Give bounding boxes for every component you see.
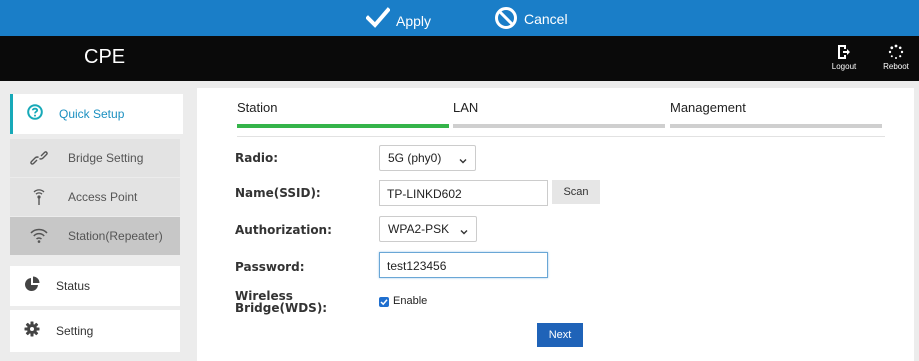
- authorization-select[interactable]: WPA2-PSK: [379, 216, 477, 242]
- tab-underline: [670, 124, 882, 128]
- wds-label: Wireless Bridge(WDS):: [235, 290, 327, 314]
- enable-label: Enable: [393, 295, 428, 307]
- wifi-icon: [30, 228, 48, 249]
- main-panel: Station LAN Management Radio: 5G (phy0) …: [197, 88, 914, 361]
- tab-management[interactable]: Management: [670, 88, 882, 128]
- password-input-value: test123456: [387, 259, 447, 273]
- sidebar: Quick Setup Bridge Setting Access Point: [0, 81, 190, 361]
- reboot-label: Reboot: [883, 62, 909, 71]
- top-toolbar: Apply Cancel: [0, 0, 919, 36]
- password-label: Password:: [235, 260, 305, 274]
- ssid-input[interactable]: TP-LINKD602: [379, 180, 548, 206]
- sidebar-item-station-repeater[interactable]: Station(Repeater): [10, 217, 180, 255]
- brand-title: CPE: [84, 46, 126, 68]
- chevron-down-icon: [460, 225, 468, 239]
- cancel-button[interactable]: Cancel: [494, 0, 568, 36]
- check-icon: [380, 299, 388, 306]
- enable-checkbox[interactable]: [379, 297, 389, 307]
- link-icon: [30, 150, 48, 171]
- tab-lan[interactable]: LAN: [453, 88, 665, 128]
- sidebar-item-quick-setup[interactable]: Quick Setup: [10, 94, 183, 134]
- apply-button[interactable]: Apply: [366, 0, 431, 36]
- sidebar-item-setting[interactable]: Setting: [10, 310, 180, 352]
- sidebar-item-label: Status: [56, 279, 91, 293]
- header-bar: CPE Logout Reboot: [0, 36, 919, 81]
- wds-label-line2: Bridge(WDS):: [235, 301, 328, 315]
- chevron-down-icon: [459, 154, 467, 168]
- access-point-icon: [30, 188, 48, 211]
- gear-icon: [24, 321, 40, 342]
- tab-underline: [237, 124, 449, 128]
- checkmark-icon: [366, 7, 390, 28]
- tab-underline: [453, 124, 665, 128]
- logout-button[interactable]: Logout: [824, 44, 864, 71]
- pie-chart-icon: [24, 276, 40, 297]
- authorization-select-value: WPA2-PSK: [388, 222, 450, 236]
- next-button[interactable]: Next: [537, 323, 583, 347]
- question-circle-icon: [27, 103, 43, 125]
- tab-label: Station: [237, 100, 278, 115]
- logout-label: Logout: [831, 62, 857, 71]
- cancel-label: Cancel: [524, 11, 568, 27]
- tab-station[interactable]: Station: [237, 88, 449, 128]
- sidebar-item-label: Quick Setup: [59, 107, 125, 121]
- sidebar-item-label: Bridge Setting: [68, 151, 144, 165]
- logout-icon: [838, 45, 850, 59]
- ssid-input-value: TP-LINKD602: [387, 187, 462, 201]
- ssid-label: Name(SSID):: [235, 186, 321, 200]
- radio-select[interactable]: 5G (phy0): [379, 145, 476, 171]
- radio-select-value: 5G (phy0): [388, 151, 442, 165]
- tab-label: Management: [670, 100, 746, 115]
- sidebar-item-label: Setting: [56, 324, 94, 338]
- sidebar-item-label: Station(Repeater): [68, 229, 163, 243]
- scan-button[interactable]: Scan: [552, 180, 600, 204]
- cancel-icon: [495, 7, 517, 29]
- divider: [237, 136, 885, 137]
- apply-label: Apply: [396, 13, 432, 29]
- tab-label: LAN: [453, 100, 479, 115]
- radio-label: Radio:: [235, 151, 279, 165]
- authorization-label: Authorization:: [235, 223, 332, 237]
- reboot-icon: [888, 44, 904, 59]
- password-input[interactable]: test123456: [379, 252, 548, 278]
- reboot-button[interactable]: Reboot: [876, 44, 916, 71]
- sidebar-item-label: Access Point: [68, 190, 138, 204]
- sidebar-item-access-point[interactable]: Access Point: [10, 178, 180, 216]
- sidebar-item-status[interactable]: Status: [10, 266, 180, 306]
- sidebar-item-bridge-setting[interactable]: Bridge Setting: [10, 139, 180, 177]
